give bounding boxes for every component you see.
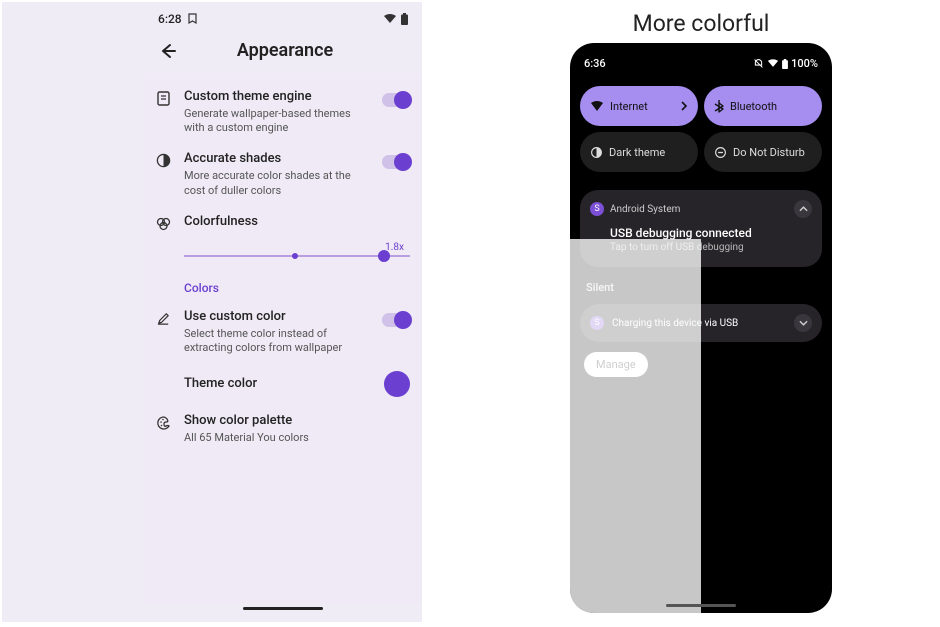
more-colorful-title: More colorful (462, 0, 940, 43)
accurate-shades-row[interactable]: Accurate shades More accurate color shad… (156, 143, 410, 205)
notification-shade-screen: 6:36 100% Internet Bluetooth Dark theme (570, 43, 832, 613)
notif-title: USB debugging connected (590, 218, 812, 242)
notification-collapsed[interactable]: S Charging this device via USB (580, 304, 822, 342)
colorfulness-icon (156, 216, 174, 232)
silent-section-label: Silent (570, 267, 832, 300)
vibrate-icon (753, 58, 764, 69)
theme-color-swatch[interactable] (384, 371, 410, 397)
wifi-icon (383, 14, 397, 24)
status-bar: 6:28 (144, 2, 422, 30)
dark-icon (590, 146, 603, 159)
tile-label: Bluetooth (730, 100, 777, 113)
accurate-shades-toggle[interactable] (382, 155, 410, 169)
wifi-icon (590, 101, 604, 112)
notif-collapsed-text: Charging this device via USB (612, 318, 786, 329)
palette-icon (156, 415, 174, 431)
chevron-right-icon (680, 101, 688, 111)
battery-percent: 100% (791, 57, 818, 70)
notification-expanded[interactable]: S Android System USB debugging connected… (580, 190, 822, 267)
expand-button[interactable] (794, 314, 812, 332)
bluetooth-icon (714, 99, 724, 113)
chevron-up-icon (799, 206, 808, 212)
dnd-icon (714, 146, 727, 159)
status-time: 6:28 (158, 12, 182, 26)
colors-section-label: Colors (156, 267, 410, 301)
slider-value: 1.8x (184, 242, 410, 253)
quick-settings-grid: Internet Bluetooth Dark theme Do Not Dis… (570, 78, 832, 180)
page-title: Appearance (158, 40, 412, 61)
tile-label: Do Not Disturb (733, 146, 805, 159)
qs-tile-dnd[interactable]: Do Not Disturb (704, 132, 822, 172)
theme-engine-icon (156, 91, 174, 107)
custom-color-toggle[interactable] (382, 313, 410, 327)
phone-status-bar: 6:36 100% (570, 43, 832, 78)
custom-theme-toggle[interactable] (382, 93, 410, 107)
settings-list: Custom theme engine Generate wallpaper-b… (144, 73, 422, 603)
notif-app-name: Android System (610, 204, 680, 215)
contrast-icon (156, 153, 174, 168)
battery-icon (782, 59, 788, 69)
status-time: 6:36 (584, 57, 606, 70)
manage-row: Manage (570, 342, 832, 387)
setting-title: Accurate shades (184, 151, 372, 168)
setting-title: Theme color (184, 376, 374, 393)
nav-handle[interactable] (243, 607, 323, 610)
setting-sub: All 65 Material You colors (184, 431, 410, 445)
setting-title: Show color palette (184, 413, 410, 430)
use-custom-color-row[interactable]: Use custom color Select theme color inst… (156, 301, 410, 363)
qs-tile-darktheme[interactable]: Dark theme (580, 132, 698, 172)
manage-button[interactable]: Manage (584, 352, 648, 377)
left-phone-inner: 6:28 Appearance Custom theme engine Gene… (144, 2, 422, 618)
bookmark-icon (188, 13, 198, 25)
setting-sub: Generate wallpaper-based themes with a c… (184, 107, 372, 136)
pencil-icon (156, 311, 174, 326)
setting-sub: More accurate color shades at the cost o… (184, 169, 372, 198)
notif-sub: Tap to turn off USB debugging (590, 242, 812, 257)
appearance-header: Appearance (144, 30, 422, 73)
custom-theme-engine-row[interactable]: Custom theme engine Generate wallpaper-b… (156, 81, 410, 143)
wifi-icon (767, 59, 779, 68)
qs-tile-internet[interactable]: Internet (580, 86, 698, 126)
slider-tick (292, 253, 298, 259)
android-system-icon: S (590, 202, 604, 216)
tile-label: Internet (610, 100, 648, 113)
qs-tile-bluetooth[interactable]: Bluetooth (704, 86, 822, 126)
colorfulness-row: Colorfulness (156, 206, 410, 240)
setting-title: Use custom color (184, 309, 372, 326)
tile-label: Dark theme (609, 146, 665, 159)
setting-title: Colorfulness (184, 214, 410, 231)
setting-sub: Select theme color instead of extracting… (184, 327, 372, 356)
chevron-down-icon (799, 320, 808, 326)
appearance-settings-screen: 6:28 Appearance Custom theme engine Gene… (2, 2, 422, 622)
colorfulness-slider[interactable] (184, 255, 410, 257)
nav-handle[interactable] (666, 604, 736, 607)
battery-icon (401, 13, 408, 25)
colorfulness-slider-row: 1.8x (156, 240, 410, 267)
right-panel: More colorful 6:36 100% Internet Bluetoo… (422, 0, 940, 627)
show-color-palette-row[interactable]: Show color palette All 65 Material You c… (156, 405, 410, 453)
setting-title: Custom theme engine (184, 89, 372, 106)
android-system-icon: S (590, 316, 604, 330)
theme-color-row[interactable]: Theme color (156, 363, 410, 405)
slider-thumb[interactable] (378, 250, 390, 262)
collapse-button[interactable] (794, 200, 812, 218)
